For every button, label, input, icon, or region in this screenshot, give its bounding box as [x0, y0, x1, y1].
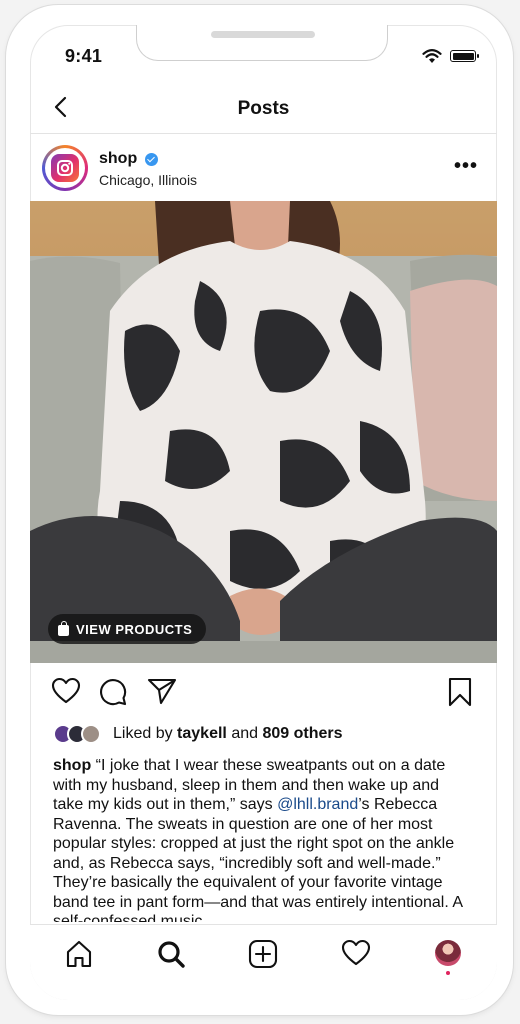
- post-username[interactable]: shop: [99, 150, 137, 168]
- bottom-tab-bar: [30, 924, 497, 1000]
- caption-author[interactable]: shop: [53, 757, 91, 774]
- comment-icon[interactable]: [98, 677, 128, 706]
- post-actions: [30, 673, 497, 713]
- liker-username[interactable]: taykell: [177, 725, 227, 742]
- notification-dot: [446, 971, 450, 975]
- page-title: Posts: [237, 98, 290, 119]
- phone-frame: 9:41 Posts shop Chicago, Illinois ••• VI…: [6, 5, 513, 1015]
- post-location[interactable]: Chicago, Illinois: [99, 172, 197, 188]
- home-icon[interactable]: [64, 939, 94, 969]
- notch: [136, 25, 388, 61]
- photo-illustration: [30, 201, 497, 663]
- send-icon[interactable]: [147, 677, 177, 705]
- status-bar: 9:41: [30, 25, 497, 79]
- battery-icon: [450, 50, 479, 62]
- post-header: shop Chicago, Illinois •••: [30, 135, 497, 199]
- more-horizontal-icon[interactable]: •••: [454, 155, 478, 178]
- screen: 9:41 Posts shop Chicago, Illinois ••• VI…: [30, 25, 497, 1000]
- likes-conjunction: and: [231, 725, 259, 742]
- view-products-label: VIEW PRODUCTS: [76, 621, 193, 637]
- likes-count[interactable]: 809 others: [262, 725, 342, 742]
- view-products-button[interactable]: VIEW PRODUCTS: [48, 614, 207, 644]
- heart-icon[interactable]: [51, 677, 81, 705]
- activity-heart-icon[interactable]: [341, 939, 371, 967]
- nav-bar: Posts: [30, 87, 497, 134]
- profile-avatar[interactable]: [435, 940, 461, 966]
- status-time: 9:41: [65, 46, 103, 66]
- caption-mention[interactable]: @lhll.brand: [277, 796, 358, 813]
- liker-avatar[interactable]: [81, 724, 101, 744]
- speaker: [211, 31, 315, 38]
- post-caption: shop “I joke that I wear these sweatpant…: [53, 756, 473, 922]
- wifi-icon: [422, 49, 442, 63]
- caption-text-continued: ’s Rebecca Ravenna. The sweats in questi…: [53, 796, 463, 922]
- likes-text[interactable]: Liked by taykell and 809 others: [113, 725, 343, 743]
- instagram-logo-icon: [51, 154, 79, 182]
- likes-row: Liked by taykell and 809 others: [53, 721, 473, 747]
- add-post-icon[interactable]: [248, 939, 278, 969]
- search-icon[interactable]: [156, 939, 186, 969]
- likes-prefix: Liked by: [113, 725, 173, 742]
- verified-badge-icon: [145, 153, 158, 166]
- avatar[interactable]: [42, 145, 88, 191]
- bookmark-icon[interactable]: [447, 677, 473, 707]
- post-photo[interactable]: VIEW PRODUCTS: [30, 201, 497, 663]
- shopping-bag-icon: [58, 620, 69, 636]
